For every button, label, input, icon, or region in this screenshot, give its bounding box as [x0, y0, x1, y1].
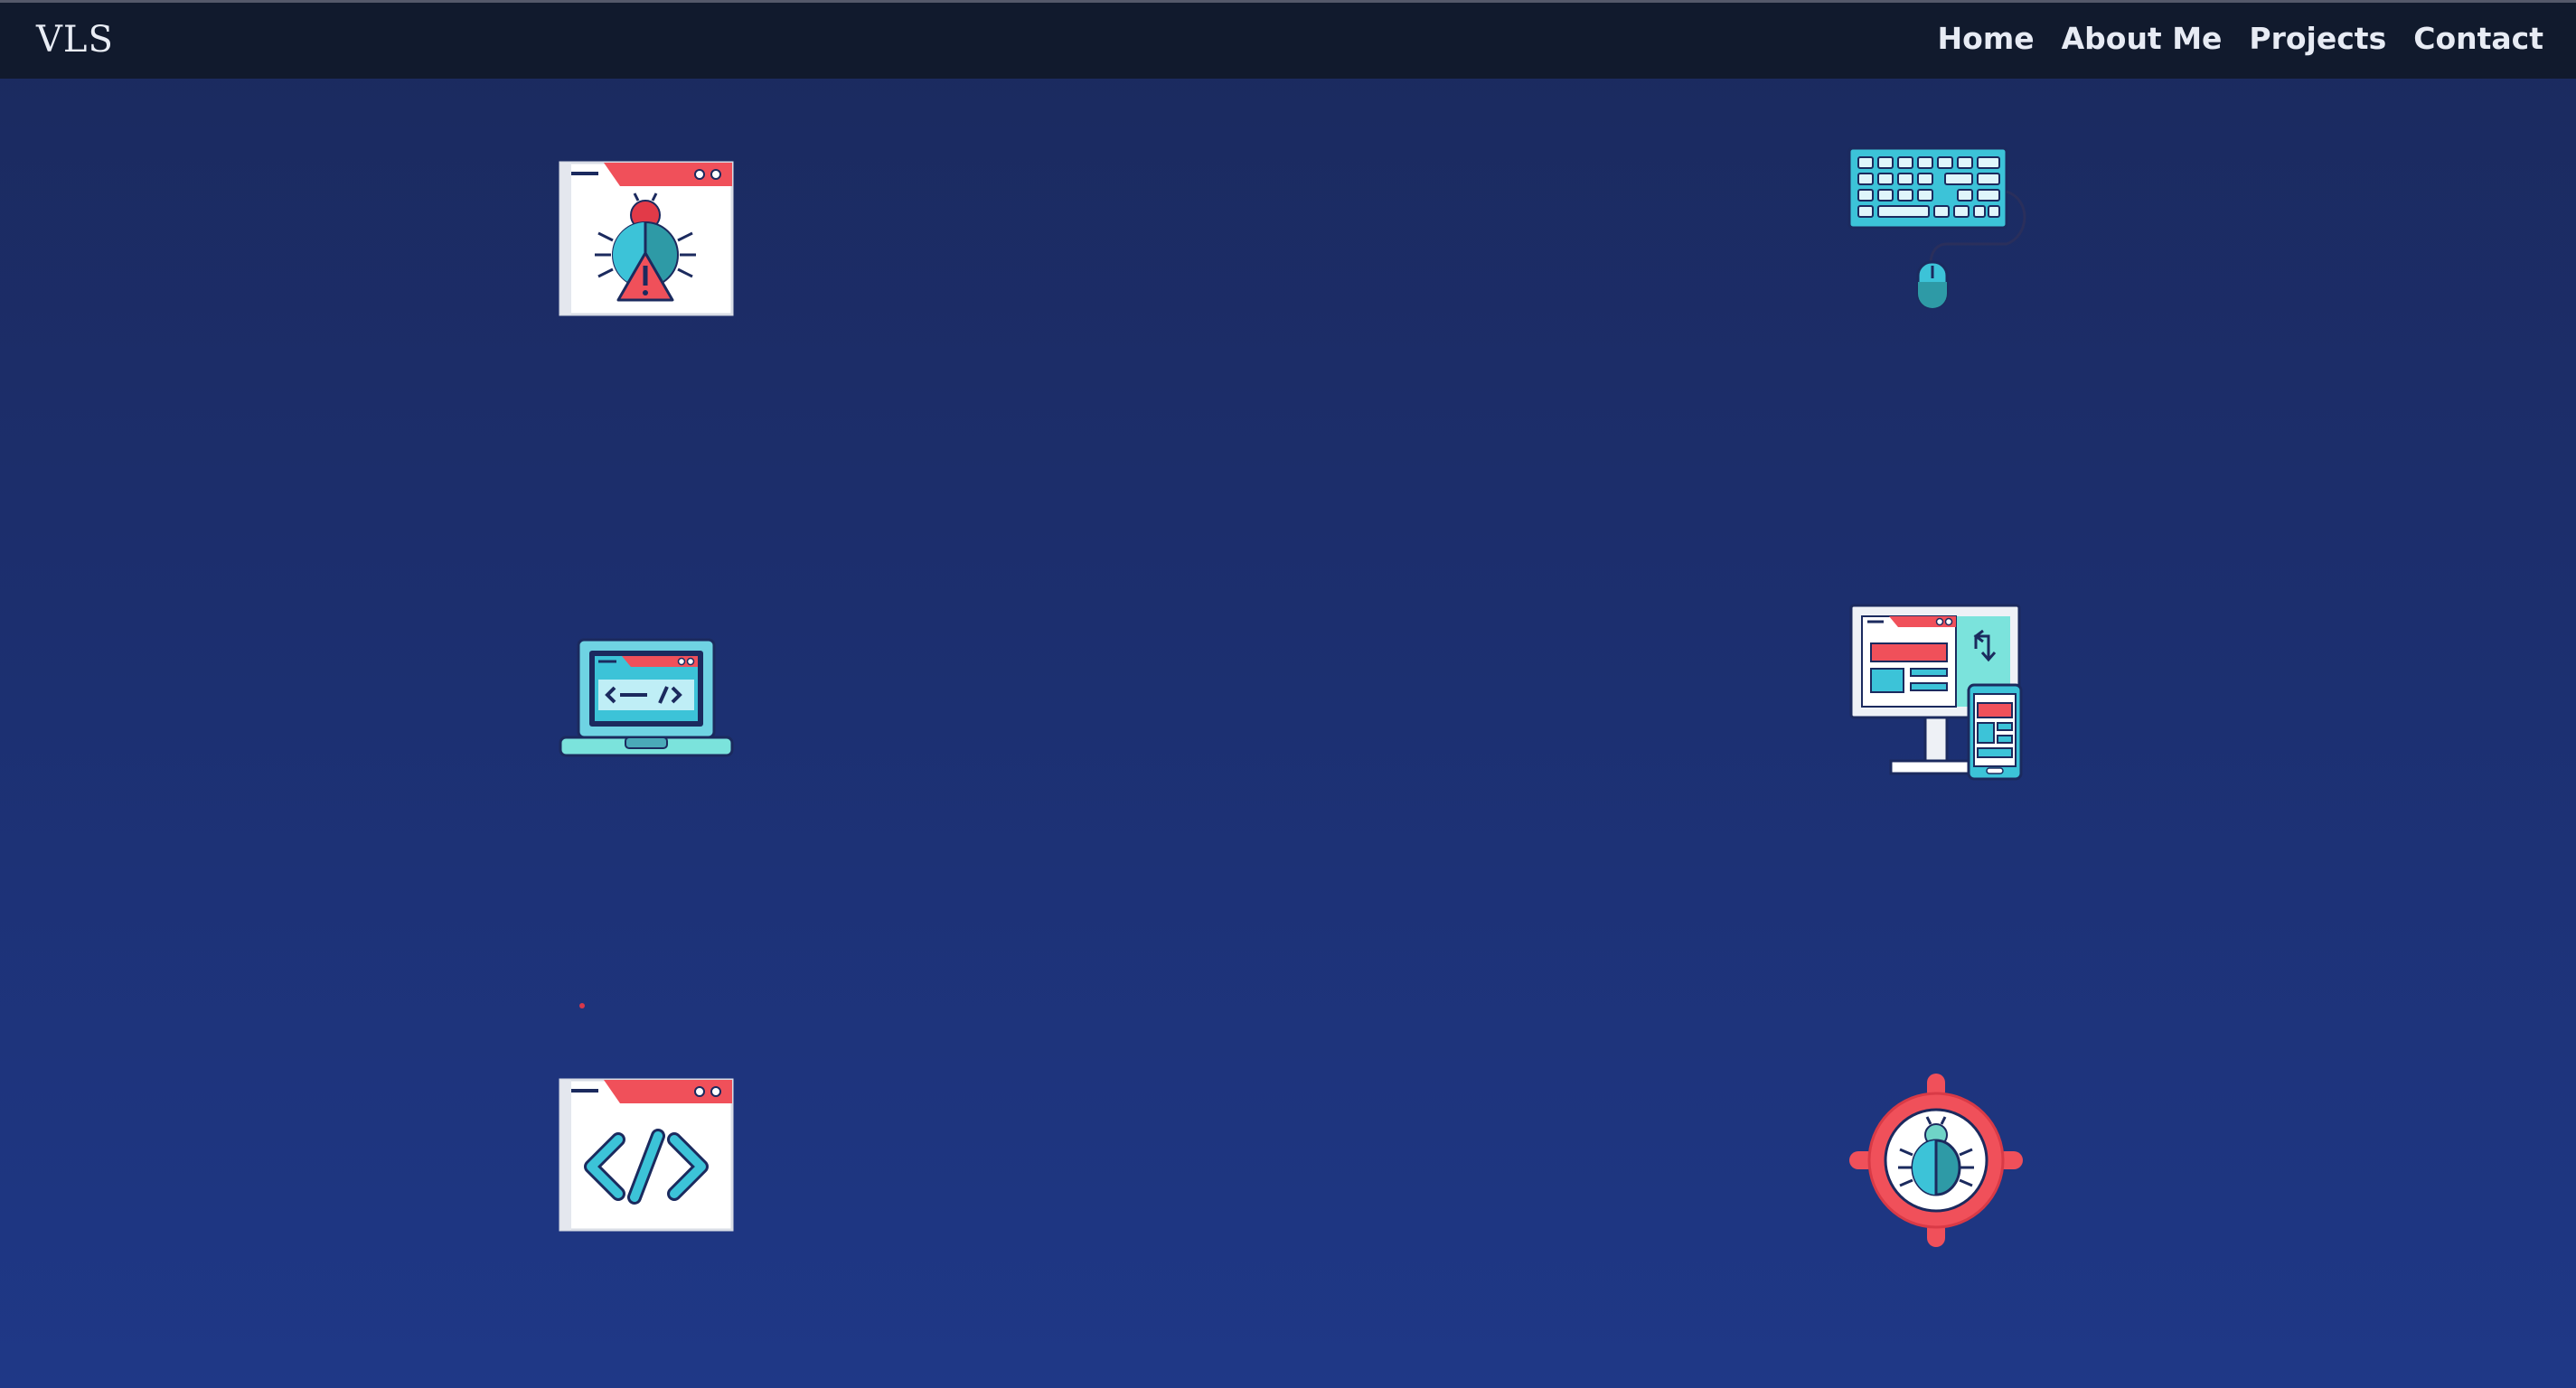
responsive-devices-icon — [1849, 604, 2023, 781]
decorative-dot — [579, 1003, 585, 1008]
nav-link-home[interactable]: Home — [1938, 21, 2035, 56]
browser-code-icon — [559, 1078, 734, 1232]
nav-link-contact[interactable]: Contact — [2413, 21, 2543, 56]
brand-logo[interactable]: VLS — [36, 19, 114, 61]
nav-menu: Home About Me Projects Contact — [1938, 21, 2543, 56]
laptop-code-icon — [559, 638, 734, 759]
navbar: VLS Home About Me Projects Contact — [0, 3, 2576, 79]
nav-link-about-me[interactable]: About Me — [2062, 21, 2223, 56]
bug-target-icon — [1847, 1072, 2025, 1249]
nav-link-projects[interactable]: Projects — [2249, 21, 2386, 56]
keyboard-mouse-icon — [1847, 146, 2028, 311]
browser-bug-warning-icon — [559, 161, 734, 316]
